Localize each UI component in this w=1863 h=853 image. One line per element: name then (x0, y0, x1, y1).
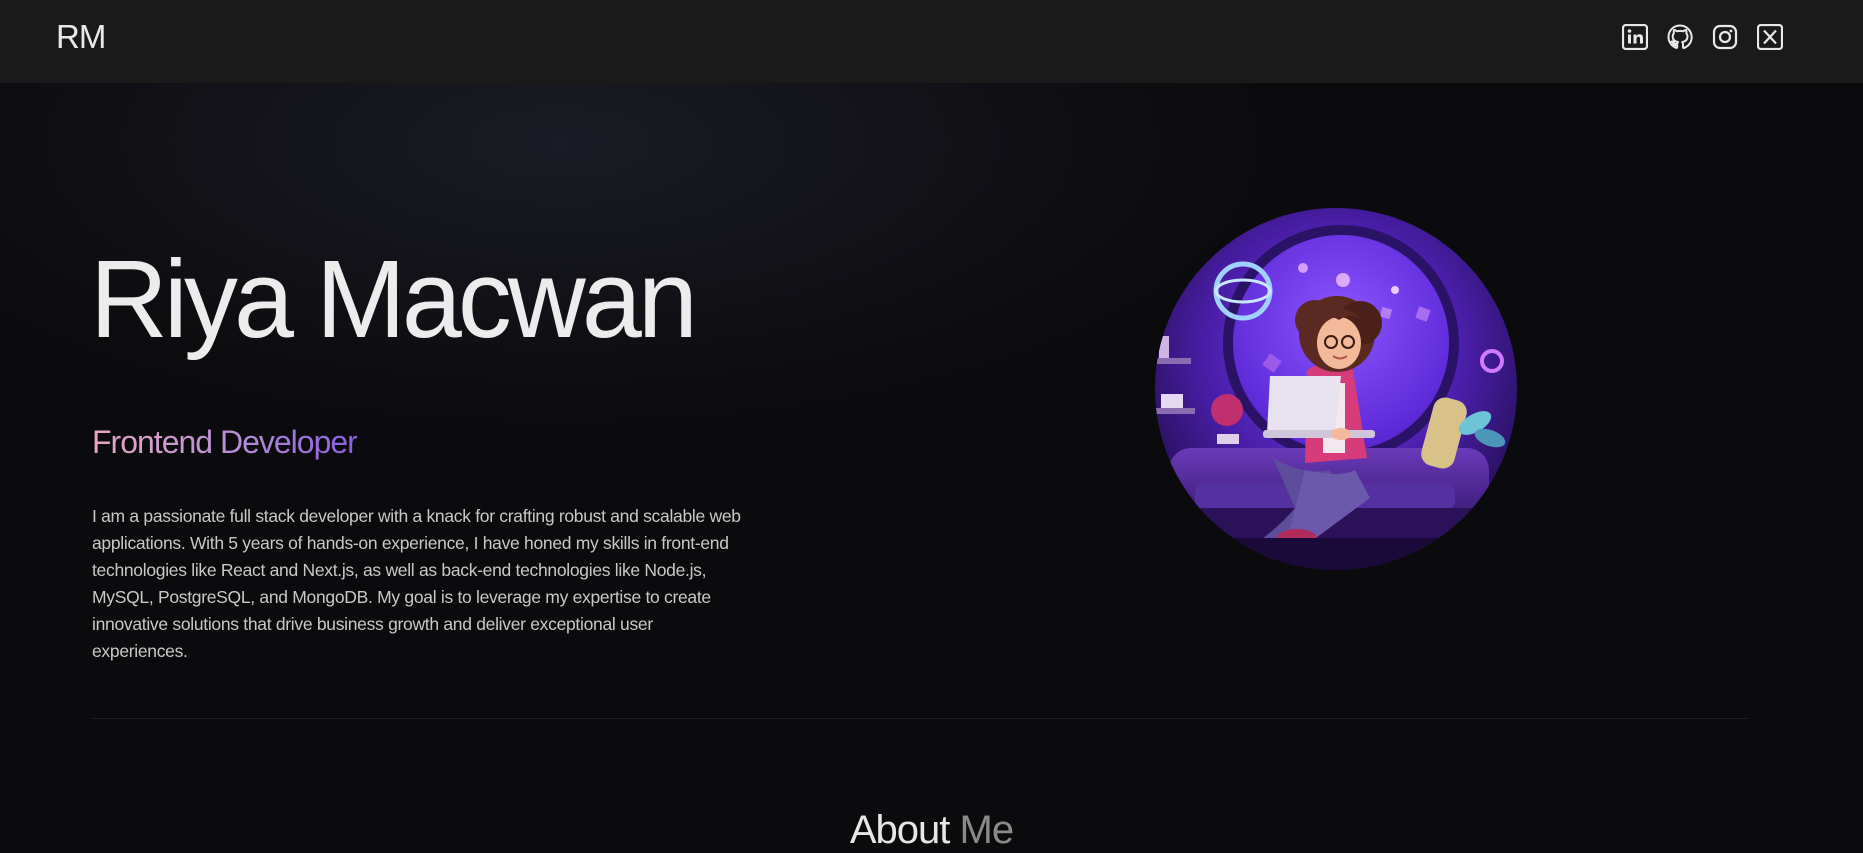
navbar: RM (0, 0, 1863, 83)
social-links (1622, 24, 1783, 50)
x-icon[interactable] (1757, 24, 1783, 50)
about-title: About Me (0, 808, 1863, 853)
about-title-part2: Me (959, 808, 1015, 852)
logo[interactable]: RM (56, 18, 106, 56)
hero-background (0, 83, 1863, 851)
section-divider (92, 718, 1748, 719)
github-icon[interactable] (1667, 24, 1693, 50)
developer-illustration (1155, 208, 1517, 570)
avatar (1155, 208, 1517, 570)
instagram-icon[interactable] (1712, 24, 1738, 50)
hero-bio: I am a passionate full stack developer w… (92, 506, 741, 661)
hero-role: Frontend Developer (92, 424, 358, 460)
linkedin-icon[interactable] (1622, 24, 1648, 50)
about-title-part1: About (849, 808, 951, 852)
hero-name: Riya Macwan (90, 238, 698, 361)
